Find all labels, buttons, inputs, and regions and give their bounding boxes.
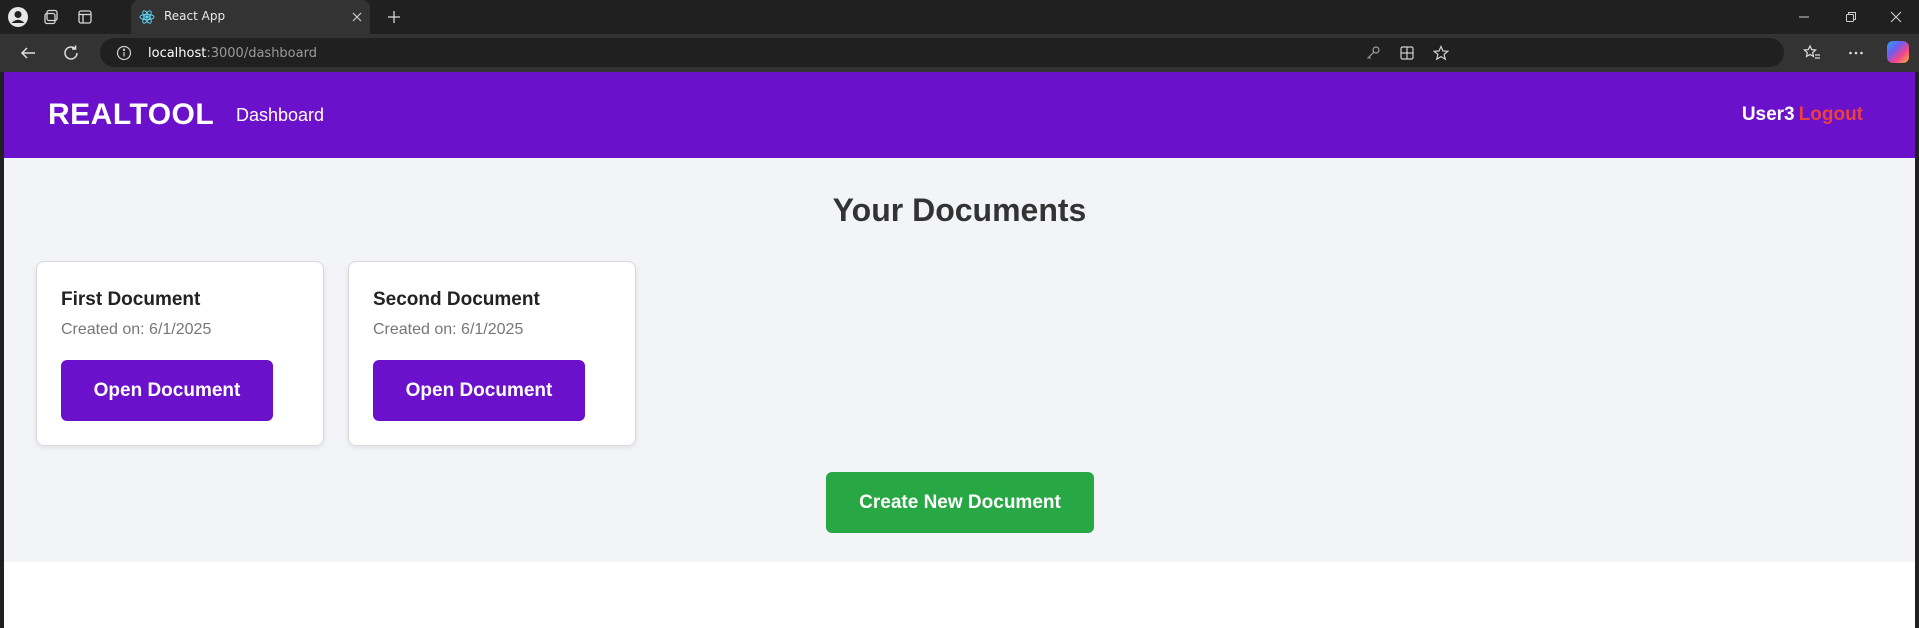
password-key-icon[interactable] [1363,43,1383,63]
app-header: REALTOOL Dashboard User3 Logout [4,72,1915,158]
document-title: First Document [61,289,201,310]
app-install-icon[interactable] [1397,43,1417,63]
document-created-date: Created on: 6/1/2025 [373,321,524,338]
new-tab-icon[interactable] [382,5,406,29]
address-bar[interactable]: localhost:3000/dashboard [100,38,1784,67]
browser-toolbar: localhost:3000/dashboard [0,34,1919,72]
tab-title: React App [164,9,226,23]
close-tab-icon[interactable] [347,7,367,27]
logout-link[interactable]: Logout [1799,104,1863,125]
restore-icon[interactable] [1839,5,1863,29]
site-info-icon[interactable] [116,45,132,61]
favorites-icon[interactable] [1800,41,1824,65]
workspaces-icon[interactable] [39,5,63,29]
url-path: :3000/dashboard [206,46,317,61]
url-text: localhost:3000/dashboard [148,46,317,61]
url-host: localhost [148,46,207,61]
profile-icon[interactable] [6,5,30,29]
dashboard-content: Your Documents First Document Created on… [4,158,1915,562]
document-created-date: Created on: 6/1/2025 [61,321,212,338]
document-card: Second Document Created on: 6/1/2025 Ope… [348,261,636,446]
browser-tab-strip: React App [0,0,1919,34]
open-document-button[interactable]: Open Document [373,360,585,421]
favorite-star-icon[interactable] [1431,43,1451,63]
back-icon[interactable] [16,41,40,65]
username: User3 [1741,104,1795,125]
minimize-icon[interactable] [1792,5,1816,29]
open-document-button[interactable]: Open Document [61,360,273,421]
page-viewport: REALTOOL Dashboard User3 Logout Your Docu… [4,72,1915,628]
react-favicon-icon [139,9,155,25]
create-new-document-button[interactable]: Create New Document [826,472,1094,533]
page-title: Your Documents [832,192,1087,228]
nav-dashboard-link[interactable]: Dashboard [236,105,324,126]
user-area: User3 Logout [1742,104,1863,126]
close-window-icon[interactable] [1884,5,1908,29]
reload-icon[interactable] [59,41,83,65]
document-card: First Document Created on: 6/1/2025 Open… [36,261,324,446]
document-title: Second Document [373,289,540,310]
brand-logo[interactable]: REALTOOL [48,98,214,132]
copilot-icon[interactable] [1887,41,1909,63]
more-options-icon[interactable] [1844,41,1868,65]
tab-actions-icon[interactable] [73,5,97,29]
